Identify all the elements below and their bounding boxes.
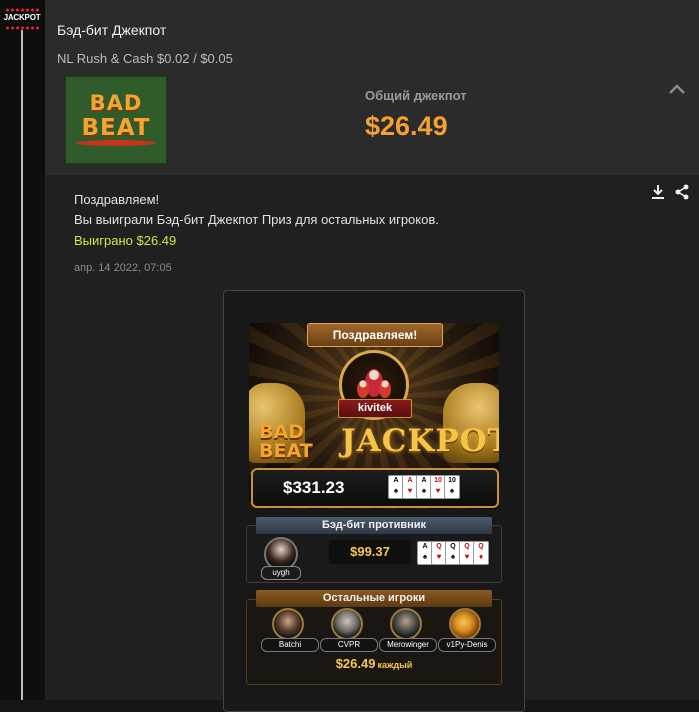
jackpot-result-card[interactable]: Поздравляем! kivitek BAD BEAT JACKPOT $3… bbox=[223, 290, 525, 712]
other-player: CVPR bbox=[320, 608, 378, 654]
avatar bbox=[272, 608, 304, 640]
jackpot-logo-text: JACKPOT bbox=[341, 423, 499, 459]
card-rank: A bbox=[407, 477, 413, 484]
download-icon[interactable] bbox=[650, 183, 666, 201]
left-rail: JACKPOT bbox=[0, 0, 45, 700]
avatar bbox=[390, 608, 422, 640]
each-amount-row: $26.49 каждый bbox=[247, 655, 501, 673]
share-icon[interactable] bbox=[674, 183, 690, 201]
jackpot-rail-badge[interactable]: JACKPOT bbox=[3, 8, 41, 30]
winner-hand: A ♠ A ♥ A ♠ 10 ♥ 10 ♠ bbox=[388, 475, 460, 501]
each-amount: $26.49 bbox=[335, 656, 376, 671]
jackpot-header: Бэд-бит Джекпот NL Rush & Cash $0.02 / $… bbox=[45, 0, 699, 175]
message-won-amount: Выиграно $26.49 bbox=[74, 233, 177, 248]
other-players-header: Остальные игроки bbox=[256, 590, 492, 607]
congrats-ribbon: Поздравляем! bbox=[307, 323, 443, 347]
message-timestamp: апр. 14 2022, 07:05 bbox=[74, 262, 172, 274]
avatar bbox=[449, 608, 481, 640]
card-rank: 10 bbox=[434, 477, 442, 484]
chevron-up-icon[interactable] bbox=[668, 82, 686, 96]
other-player: v1Py-Denis bbox=[438, 608, 496, 654]
message-panel: Поздравляем! Вы выиграли Бэд-бит Джекпот… bbox=[45, 175, 699, 712]
game-subtitle: NL Rush & Cash $0.02 / $0.05 bbox=[57, 51, 233, 66]
playing-card: 10 ♠ bbox=[444, 475, 460, 499]
bad-beat-logo-thumbnail: BAD BEAT bbox=[65, 76, 167, 164]
other-player-name: Merowinger bbox=[379, 638, 437, 652]
total-jackpot-label: Общий джекпот bbox=[365, 88, 467, 103]
message-greeting: Поздравляем! bbox=[74, 192, 160, 207]
card-rank: A bbox=[422, 543, 428, 550]
other-player: Merowinger bbox=[379, 608, 437, 654]
lights-decoration bbox=[5, 8, 39, 12]
card-rank: Q bbox=[478, 543, 484, 550]
other-player-name: v1Py-Denis bbox=[438, 638, 496, 652]
card-suit-icon: ♥ bbox=[436, 552, 442, 561]
card-rank: Q bbox=[450, 543, 456, 550]
bad-beat-logo-line2: BEAT bbox=[259, 440, 313, 462]
matryoshka-dolls-icon bbox=[352, 361, 396, 401]
opponent-amount: $99.37 bbox=[329, 540, 411, 564]
card-suit-icon: ♠ bbox=[421, 486, 427, 495]
total-win-amount: $331.23 bbox=[283, 478, 345, 497]
opponent-name: uygh bbox=[261, 566, 301, 580]
card-suit-icon: ♥ bbox=[407, 486, 413, 495]
card-rank: Q bbox=[436, 543, 442, 550]
card-suit-icon: ♦ bbox=[478, 552, 484, 561]
card-suit-icon: ♠ bbox=[449, 486, 455, 495]
card-rank: 10 bbox=[448, 477, 456, 484]
card-rank: A bbox=[393, 477, 399, 484]
logo-text-bad: BAD bbox=[89, 91, 143, 115]
card-rank: Q bbox=[464, 543, 470, 550]
logo-text-beat: BEAT bbox=[81, 115, 151, 141]
opponent-hand: A ♠ Q ♥ Q ♠ Q ♥ Q ♦ bbox=[417, 541, 489, 565]
opponent-header: Бэд-бит противник bbox=[256, 517, 492, 534]
card-suit-icon: ♠ bbox=[450, 552, 456, 561]
other-player: Batchi bbox=[261, 608, 319, 654]
each-label: каждый bbox=[377, 660, 413, 670]
page-title: Бэд-бит Джекпот bbox=[57, 22, 167, 38]
timeline-line bbox=[21, 30, 23, 700]
card-suit-icon: ♠ bbox=[393, 486, 399, 495]
other-player-name: CVPR bbox=[320, 638, 378, 652]
card-suit-icon: ♥ bbox=[464, 552, 470, 561]
avatar bbox=[331, 608, 363, 640]
winner-name: kivitek bbox=[338, 399, 412, 418]
logo-swoosh bbox=[76, 140, 156, 146]
playing-card: Q ♦ bbox=[473, 541, 489, 565]
jackpot-banner: Поздравляем! kivitek BAD BEAT JACKPOT $3… bbox=[249, 323, 499, 509]
card-suit-icon: ♠ bbox=[422, 552, 428, 561]
message-body: Вы выиграли Бэд-бит Джекпот Приз для ост… bbox=[74, 212, 439, 227]
card-rank: A bbox=[421, 477, 427, 484]
total-win-bar: $331.23 A ♠ A ♥ A ♠ 10 ♥ 10 ♠ bbox=[251, 468, 499, 508]
card-suit-icon: ♥ bbox=[435, 486, 441, 495]
total-jackpot-amount: $26.49 bbox=[365, 111, 448, 141]
other-players-section: Batchi CVPR Merowinger v1Py-Denis $26.49 каж… bbox=[246, 599, 502, 685]
jackpot-rail-label: JACKPOT bbox=[3, 13, 41, 22]
other-player-name: Batchi bbox=[261, 638, 319, 652]
